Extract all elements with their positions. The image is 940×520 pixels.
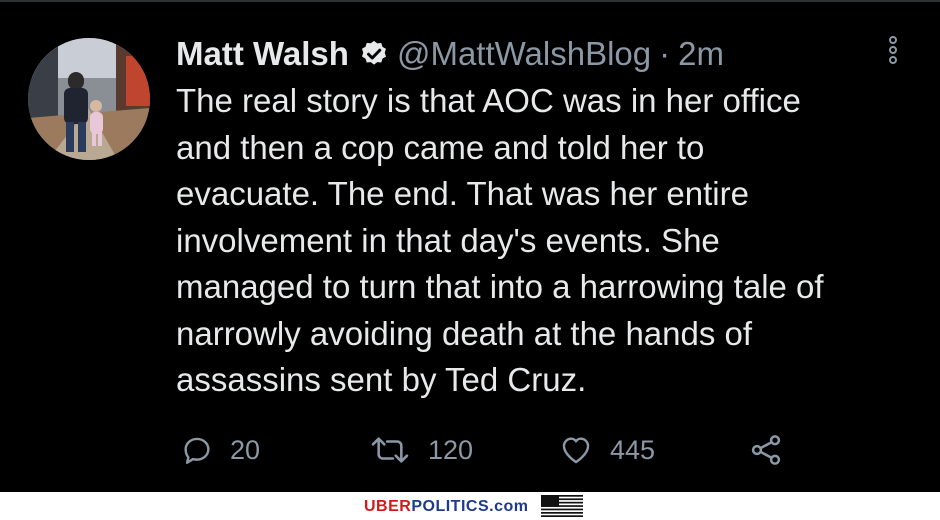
like-count: 445 — [610, 434, 656, 465]
tweet-text: The real story is that AOC was in her of… — [176, 78, 916, 404]
watermark-logo: UBERPOLITICS.com — [364, 498, 528, 516]
watermark-part-politics: POLITICS — [411, 498, 490, 515]
tweet-card: Matt Walsh @MattWalshBlog · 2m The real … — [0, 0, 940, 492]
avatar-photo — [28, 38, 150, 160]
tweet-text-line: involvement in that day's events. She — [176, 221, 720, 259]
tweet-text-line: evacuate. The end. That was her entire — [176, 175, 749, 212]
tweet-text-line: narrowly avoiding death at the hands of — [176, 314, 753, 352]
timestamp[interactable]: 2m — [678, 32, 724, 76]
like-button[interactable]: 445 — [558, 428, 655, 472]
share-button[interactable] — [748, 428, 784, 472]
reply-button[interactable]: 20 — [180, 428, 260, 472]
watermark-bar: UBERPOLITICS.com — [0, 492, 940, 520]
tweet-text-line: and then a cop came and told her to — [176, 128, 705, 166]
reply-icon — [184, 437, 210, 464]
retweet-icon — [371, 437, 409, 463]
reply-count: 20 — [230, 434, 261, 465]
watermark-part-uber: UBER — [364, 498, 412, 515]
tweet-header: Matt Walsh @MattWalshBlog · 2m — [176, 32, 724, 76]
avatar[interactable] — [28, 38, 150, 160]
author-handle[interactable]: @MattWalshBlog — [397, 32, 651, 76]
more-options-icon[interactable] — [886, 36, 900, 70]
tweet-text-line: The real story is that AOC was in her of… — [176, 82, 801, 119]
share-icon — [751, 435, 781, 465]
action-bar: 20 120 445 — [0, 428, 940, 472]
tweet-text-line: assassins sent by Ted Cruz. — [176, 361, 587, 398]
author-name[interactable]: Matt Walsh — [176, 32, 349, 76]
tweet-text-line: managed to turn that into a harrowing ta… — [176, 268, 824, 305]
heart-icon — [562, 437, 590, 464]
retweet-button[interactable]: 120 — [368, 428, 473, 472]
separator-dot: · — [659, 35, 671, 72]
verified-badge-icon — [361, 40, 386, 65]
us-flag-icon — [541, 495, 583, 517]
watermark-part-domain: .com — [489, 498, 529, 515]
retweet-count: 120 — [428, 434, 474, 465]
